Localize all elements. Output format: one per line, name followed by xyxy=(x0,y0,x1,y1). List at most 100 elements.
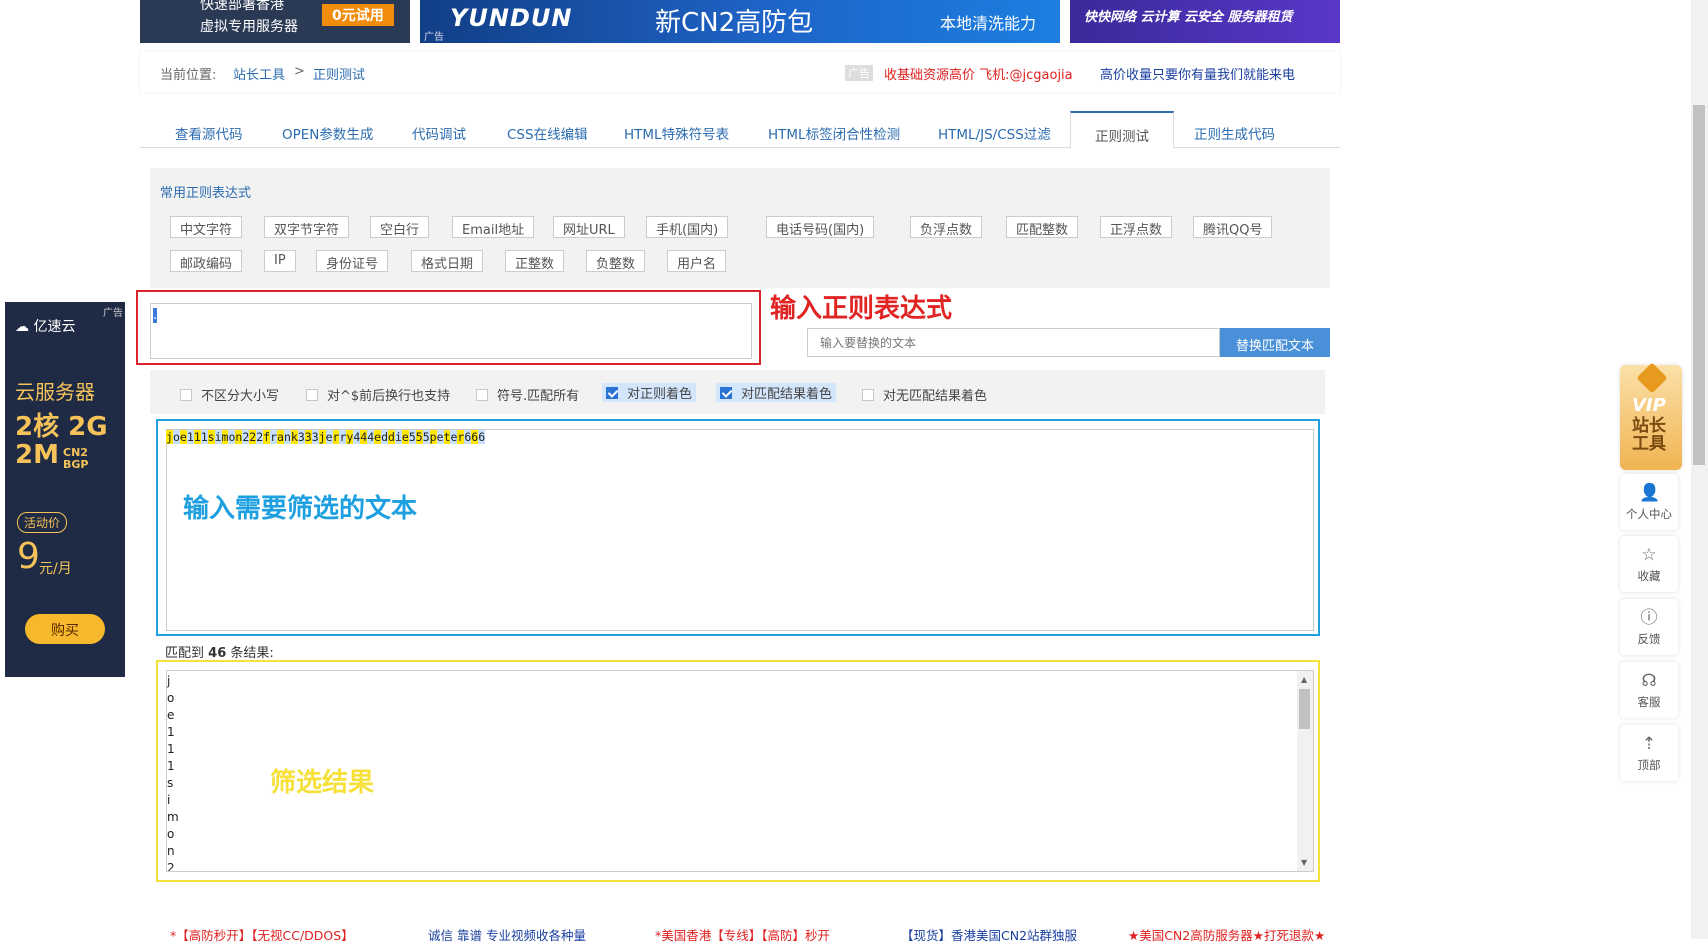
regex-chip[interactable]: 负浮点数 xyxy=(910,216,983,238)
regex-chip[interactable]: 双字节字符 xyxy=(264,216,350,238)
checkbox[interactable] xyxy=(306,389,318,401)
ad-promo-badge: 活动价 xyxy=(17,512,68,533)
regex-chip[interactable]: IP xyxy=(264,250,296,272)
option-dotall[interactable]: 符号.匹配所有 xyxy=(476,385,579,404)
tab-regex-codegen[interactable]: 正则生成代码 xyxy=(1194,123,1275,143)
result-item: n xyxy=(167,844,175,858)
ad-tag: 广告 xyxy=(103,308,123,319)
scroll-down-icon[interactable]: ▼ xyxy=(1301,858,1307,867)
regex-chip[interactable]: 电话号码(国内) xyxy=(766,216,875,238)
matched-char: p xyxy=(429,430,437,444)
checkbox[interactable] xyxy=(180,389,192,401)
matched-char: e xyxy=(179,430,187,444)
banner-text: 快快网络 云计算 云安全 服务器租赁 xyxy=(1084,10,1293,25)
regex-chip[interactable]: 格式日期 xyxy=(411,250,484,272)
scroll-thumb[interactable] xyxy=(1693,105,1705,465)
side-user-center[interactable]: 👤 个人中心 xyxy=(1620,474,1678,530)
regex-chip[interactable]: 空白行 xyxy=(370,216,430,238)
option-case-insensitive[interactable]: 不区分大小写 xyxy=(180,385,279,404)
regex-chip[interactable]: 正浮点数 xyxy=(1100,216,1173,238)
match-count: 匹配到 46 条结果: xyxy=(165,642,274,661)
matched-char: s xyxy=(207,430,215,444)
replace-text-input[interactable] xyxy=(807,328,1220,357)
ad-heading: 云服务器 xyxy=(15,380,95,404)
vip-label: VIP xyxy=(1632,395,1666,416)
tool-tabs: 查看源代码 OPEN参数生成 代码调试 CSS在线编辑 HTML特殊符号表 HT… xyxy=(140,111,1340,149)
matched-char: 3 xyxy=(304,430,312,444)
regex-chip[interactable]: 网址URL xyxy=(553,216,625,238)
side-support[interactable]: ☊ 客服 xyxy=(1620,662,1678,718)
text-ad-link[interactable]: 高价收量只要你有量我们就能来电 xyxy=(1100,64,1295,83)
input-text-annotation: 输入需要筛选的文本 xyxy=(183,494,418,524)
result-scrollbar[interactable]: ▲ ▼ xyxy=(1297,671,1313,871)
side-favorites[interactable]: ☆ 收藏 xyxy=(1620,536,1678,592)
checkbox-checked[interactable] xyxy=(720,387,732,399)
vip-badge[interactable]: VIP 站长工具 xyxy=(1620,362,1682,470)
tab-html-symbols[interactable]: HTML特殊符号表 xyxy=(624,123,729,143)
result-list: joe111simon2 xyxy=(167,673,179,871)
banner-ad-yundun[interactable]: 广告 YUNDUN 新CN2高防包 本地清洗能力 xyxy=(420,0,1060,43)
regex-chip[interactable]: 中文字符 xyxy=(170,216,243,238)
regex-chip[interactable]: 正整数 xyxy=(505,250,565,272)
regex-chip[interactable]: 身份证号 xyxy=(316,250,389,272)
tab-html-js-css-filter[interactable]: HTML/JS/CSS过滤 xyxy=(938,123,1051,143)
regex-chip[interactable]: 邮政编码 xyxy=(170,250,243,272)
side-label: 反馈 xyxy=(1637,632,1661,646)
checkbox[interactable] xyxy=(476,389,488,401)
regex-chip[interactable]: 用户名 xyxy=(667,250,727,272)
page-scrollbar[interactable] xyxy=(1691,0,1708,939)
regex-input-value: . xyxy=(153,308,158,323)
side-feedback[interactable]: ⓘ 反馈 xyxy=(1620,599,1678,655)
banner-ad-hk-vps[interactable]: 快速部署香港 虚拟专用服务器 0元试用 xyxy=(140,0,410,43)
footer-ad-link[interactable]: 诚信 靠谱 专业视频收各种量 xyxy=(428,925,586,944)
checkbox-checked[interactable] xyxy=(606,387,618,399)
crown-icon xyxy=(1636,362,1668,394)
tab-css-editor[interactable]: CSS在线编辑 xyxy=(507,123,588,143)
input-text-area[interactable] xyxy=(166,429,1314,631)
regex-options: 不区分大小写 对^$前后换行也支持 符号.匹配所有 对正则着色 对匹配结果着色 … xyxy=(150,370,1325,414)
matched-char: i xyxy=(394,430,402,444)
result-item: m xyxy=(167,810,179,824)
regex-chip[interactable]: Email地址 xyxy=(452,216,535,238)
option-color-matches[interactable]: 对匹配结果着色 xyxy=(716,383,837,402)
regex-chip[interactable]: 负整数 xyxy=(586,250,646,272)
regex-input[interactable]: . xyxy=(150,303,752,359)
text-ad-link[interactable]: 收基础资源高价 飞机:@jcgaojia xyxy=(884,64,1073,83)
footer-ad-link[interactable]: *美国香港【专线】【高防】秒开 xyxy=(655,925,830,944)
ad-buy-button[interactable]: 购买 xyxy=(25,614,105,644)
tab-code-debug[interactable]: 代码调试 xyxy=(412,123,466,143)
scroll-thumb[interactable] xyxy=(1299,689,1310,729)
tab-view-source[interactable]: 查看源代码 xyxy=(175,123,243,143)
footer-ad-link[interactable]: ★美国CN2高防服务器★打死退款★ xyxy=(1128,925,1325,944)
option-multiline[interactable]: 对^$前后换行也支持 xyxy=(306,385,450,404)
matched-char: 3 xyxy=(311,430,319,444)
option-color-regex[interactable]: 对正则着色 xyxy=(602,383,697,402)
banner-ad-kuaikuai[interactable]: 快快网络 云计算 云安全 服务器租赁 xyxy=(1070,0,1340,43)
regex-chip[interactable]: 匹配整数 xyxy=(1006,216,1079,238)
matched-char: 3 xyxy=(297,430,305,444)
matched-char: e xyxy=(325,430,333,444)
regex-chip[interactable]: 腾讯QQ号 xyxy=(1193,216,1273,238)
breadcrumb-link-tools[interactable]: 站长工具 xyxy=(233,64,285,83)
vip-text: 站长工具 xyxy=(1632,416,1666,454)
option-color-nomatch[interactable]: 对无匹配结果着色 xyxy=(862,385,987,404)
scroll-up-icon[interactable]: ▲ xyxy=(1301,675,1307,684)
result-item: 1 xyxy=(167,742,175,756)
tab-regex-test[interactable]: 正则测试 xyxy=(1070,111,1174,149)
input-text-value: joe111simon222frank333jerry444eddie555pe… xyxy=(166,430,486,444)
replace-button[interactable]: 替换匹配文本 xyxy=(1220,328,1330,357)
breadcrumb-separator: > xyxy=(294,64,305,79)
breadcrumb-link-regex[interactable]: 正则测试 xyxy=(313,64,365,83)
result-item: o xyxy=(167,827,175,841)
side-label: 收藏 xyxy=(1637,569,1661,583)
footer-ad-link[interactable]: *【高防秒开】【无视CC/DDOS】 xyxy=(170,925,354,944)
tab-html-tag-check[interactable]: HTML标签闭合性检测 xyxy=(768,123,900,143)
tab-open-params[interactable]: OPEN参数生成 xyxy=(282,123,373,143)
side-label: 顶部 xyxy=(1637,758,1661,772)
checkbox[interactable] xyxy=(862,389,874,401)
side-back-to-top[interactable]: ⇡ 顶部 xyxy=(1620,725,1678,781)
left-side-ad[interactable]: 广告 ☁ 亿速云 云服务器 2核 2G 2M CN2 BGP 活动价 9 元/月 … xyxy=(5,302,125,677)
ad-price-unit: 元/月 xyxy=(39,561,72,577)
regex-chip[interactable]: 手机(国内) xyxy=(646,216,729,238)
footer-ad-link[interactable]: 【现货】香港美国CN2站群独服 xyxy=(901,925,1077,944)
